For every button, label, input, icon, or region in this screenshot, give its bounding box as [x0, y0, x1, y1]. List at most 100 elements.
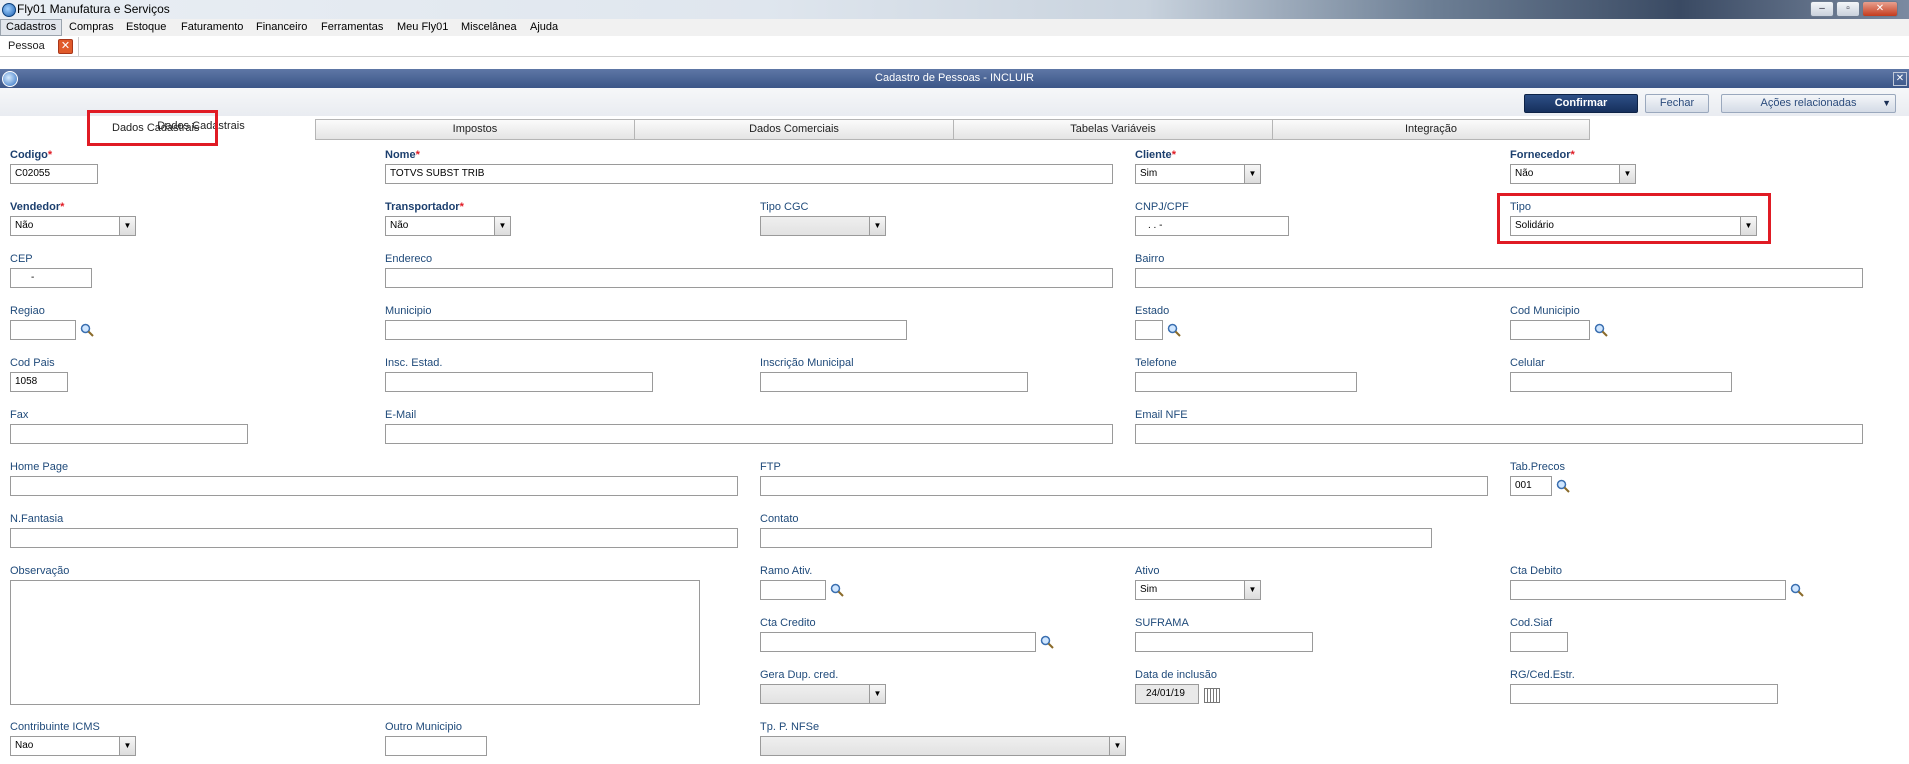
home-page-field[interactable]: [10, 476, 738, 496]
cod-siaf-field[interactable]: [1510, 632, 1568, 652]
n-fantasia-label: N.Fantasia: [10, 513, 64, 525]
close-button[interactable]: Fechar: [1645, 94, 1709, 113]
email-field[interactable]: [385, 424, 1113, 444]
vendedor-select[interactable]: Não ▼: [10, 216, 136, 236]
email-nfe-field[interactable]: [1135, 424, 1863, 444]
insc-municipal-field[interactable]: [760, 372, 1028, 392]
dropdown-arrow-icon[interactable]: ▼: [869, 217, 885, 235]
fornecedor-select[interactable]: Não ▼: [1510, 164, 1636, 184]
cliente-select[interactable]: Sim ▼: [1135, 164, 1261, 184]
tipo-cgc-label: Tipo CGC: [760, 201, 809, 213]
menu-cadastros[interactable]: Cadastros: [0, 19, 63, 36]
dropdown-arrow-icon[interactable]: ▼: [869, 685, 885, 703]
tab-dados-comerciais[interactable]: Dados Comerciais: [634, 119, 954, 140]
outro-municipio-field[interactable]: [385, 736, 487, 756]
cnpj-label: CNPJ/CPF: [1135, 201, 1189, 213]
menu-faturamento[interactable]: Faturamento: [176, 19, 248, 36]
cta-debito-field[interactable]: [1510, 580, 1786, 600]
contrib-icms-select[interactable]: Nao ▼: [10, 736, 136, 756]
tab-dados-cadastrais-label: Dados Cadastrais: [112, 122, 200, 134]
cod-municipio-field[interactable]: [1510, 320, 1590, 340]
gera-dup-label: Gera Dup. cred.: [760, 669, 839, 681]
menu-miscelanea[interactable]: Miscelânea: [456, 19, 522, 36]
gera-dup-select[interactable]: ▼: [760, 684, 886, 704]
dropdown-arrow-icon[interactable]: ▼: [494, 217, 510, 235]
municipio-label: Municipio: [385, 305, 432, 317]
dropdown-arrow-icon[interactable]: ▼: [119, 217, 135, 235]
insc-municipal-label: Inscrição Municipal: [760, 357, 854, 369]
ramo-ativ-field[interactable]: [760, 580, 826, 600]
data-inclusao-field[interactable]: 24/01/19: [1135, 684, 1199, 704]
transportador-select[interactable]: Não ▼: [385, 216, 511, 236]
dropdown-arrow-icon[interactable]: ▼: [1619, 165, 1635, 183]
confirm-button[interactable]: Confirmar: [1524, 94, 1638, 113]
menu-compras[interactable]: Compras: [64, 19, 119, 36]
tab-tabelas-variaveis[interactable]: Tabelas Variáveis: [953, 119, 1273, 140]
close-window-icon[interactable]: ✕: [1862, 1, 1898, 17]
magnifier-icon[interactable]: [1040, 635, 1054, 649]
celular-field[interactable]: [1510, 372, 1732, 392]
magnifier-icon[interactable]: [1167, 323, 1181, 337]
maximize-icon[interactable]: ▫: [1836, 1, 1860, 17]
tp-nfse-select[interactable]: ▼: [760, 736, 1126, 756]
cta-debito-label: Cta Debito: [1510, 565, 1562, 577]
cliente-label: Cliente*: [1135, 149, 1176, 161]
ftp-field[interactable]: [760, 476, 1488, 496]
tab-precos-label: Tab.Precos: [1510, 461, 1566, 473]
vendedor-label: Vendedor*: [10, 201, 65, 213]
ativo-select[interactable]: Sim ▼: [1135, 580, 1261, 600]
cod-pais-field[interactable]: 1058: [10, 372, 68, 392]
calendar-icon[interactable]: [1204, 688, 1220, 703]
tab-precos-field[interactable]: 001: [1510, 476, 1552, 496]
observacao-textarea[interactable]: [10, 580, 700, 705]
magnifier-icon[interactable]: [830, 583, 844, 597]
insc-estad-field[interactable]: [385, 372, 653, 392]
menu-ajuda[interactable]: Ajuda: [525, 19, 563, 36]
magnifier-icon[interactable]: [80, 323, 94, 337]
tab-close-icon[interactable]: ✕: [58, 39, 73, 54]
magnifier-icon[interactable]: [1790, 583, 1804, 597]
minimize-icon[interactable]: –: [1810, 1, 1834, 17]
cep-field[interactable]: -: [10, 268, 92, 288]
app-icon: [2, 3, 16, 17]
fornecedor-value: Não: [1515, 168, 1534, 179]
magnifier-icon[interactable]: [1594, 323, 1608, 337]
contrib-icms-label: Contribuinte ICMS: [10, 721, 100, 733]
cnpj-field[interactable]: . . -: [1135, 216, 1289, 236]
cta-credito-field[interactable]: [760, 632, 1036, 652]
app-titlebar: [0, 0, 1909, 19]
nome-field[interactable]: TOTVS SUBST TRIB: [385, 164, 1113, 184]
related-actions-button[interactable]: Ações relacionadas ▼: [1721, 94, 1896, 113]
regiao-field[interactable]: [10, 320, 76, 340]
menu-financeiro[interactable]: Financeiro: [251, 19, 312, 36]
municipio-field[interactable]: [385, 320, 907, 340]
menu-ferramentas[interactable]: Ferramentas: [316, 19, 388, 36]
menu-estoque[interactable]: Estoque: [121, 19, 171, 36]
bairro-field[interactable]: [1135, 268, 1863, 288]
codigo-field[interactable]: C02055: [10, 164, 98, 184]
magnifier-icon[interactable]: [1556, 479, 1570, 493]
fax-field[interactable]: [10, 424, 248, 444]
window-close-icon[interactable]: ✕: [1893, 72, 1907, 86]
tipo-cgc-select[interactable]: ▼: [760, 216, 886, 236]
cep-label: CEP: [10, 253, 33, 265]
suframa-field[interactable]: [1135, 632, 1313, 652]
tab-integracao[interactable]: Integração: [1272, 119, 1590, 140]
chevron-down-icon: ▼: [1882, 98, 1891, 108]
telefone-field[interactable]: [1135, 372, 1357, 392]
rg-field[interactable]: [1510, 684, 1778, 704]
endereco-field[interactable]: [385, 268, 1113, 288]
dropdown-arrow-icon[interactable]: ▼: [119, 737, 135, 755]
cod-siaf-label: Cod.Siaf: [1510, 617, 1553, 629]
tab-impostos[interactable]: Impostos: [315, 119, 635, 140]
dropdown-arrow-icon[interactable]: ▼: [1109, 737, 1125, 755]
telefone-label: Telefone: [1135, 357, 1177, 369]
contato-field[interactable]: [760, 528, 1432, 548]
n-fantasia-field[interactable]: [10, 528, 738, 548]
menu-meu-fly01[interactable]: Meu Fly01: [392, 19, 453, 36]
transportador-label: Transportador*: [385, 201, 464, 213]
dropdown-arrow-icon[interactable]: ▼: [1244, 165, 1260, 183]
estado-field[interactable]: [1135, 320, 1163, 340]
celular-label: Celular: [1510, 357, 1545, 369]
dropdown-arrow-icon[interactable]: ▼: [1244, 581, 1260, 599]
